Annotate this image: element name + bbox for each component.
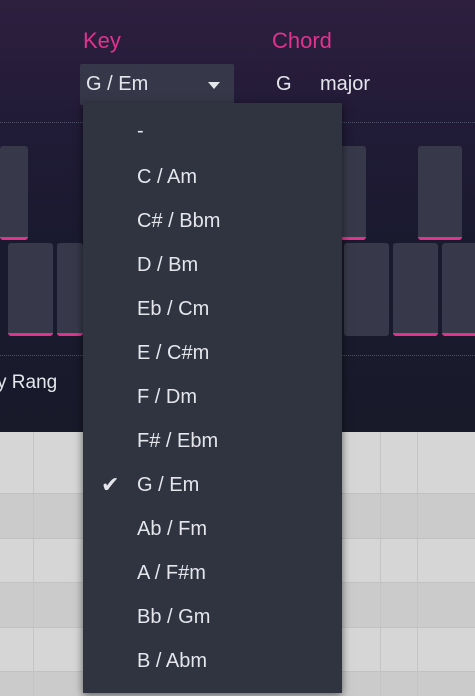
menu-item-a-fsharpm[interactable]: A / F#m [83, 551, 342, 595]
key-label: Key [83, 28, 121, 53]
piano-key-white[interactable] [393, 243, 438, 336]
menu-item-label: F / Dm [137, 386, 197, 408]
piano-key-white[interactable] [442, 243, 475, 336]
piano-key-black[interactable] [340, 146, 366, 240]
menu-item-label: B / Abm [137, 650, 208, 672]
menu-item-label: F# / Ebm [137, 430, 219, 452]
piano-key-black[interactable] [0, 146, 28, 240]
piano-key-black[interactable] [418, 146, 462, 240]
menu-item-csharp-bbm[interactable]: C# / Bbm [83, 199, 342, 243]
menu-item-label: Bb / Gm [137, 606, 211, 628]
range-label: y Rang [0, 372, 58, 393]
menu-item-label: Eb / Cm [137, 298, 210, 320]
piano-key-white[interactable] [57, 243, 83, 336]
piano-key-white[interactable] [344, 243, 389, 336]
menu-item-label: C / Am [137, 166, 198, 188]
menu-item-label: D / Bm [137, 254, 199, 276]
key-dropdown[interactable]: G / Em [80, 64, 234, 105]
piano-key-white[interactable] [8, 243, 53, 336]
menu-item-e-csharpm[interactable]: E / C#m [83, 331, 342, 375]
chord-label: Chord [272, 28, 332, 53]
menu-item-eb-cm[interactable]: Eb / Cm [83, 287, 342, 331]
menu-item-label: - [137, 120, 144, 142]
chord-quality-value[interactable]: major [320, 73, 370, 96]
menu-item-label: A / F#m [137, 562, 206, 584]
menu-item-g-em[interactable]: ✔ G / Em [83, 463, 342, 507]
chevron-down-icon [208, 82, 220, 89]
menu-item-b-abm[interactable]: B / Abm [83, 639, 342, 683]
menu-item-fsharp-ebm[interactable]: F# / Ebm [83, 419, 342, 463]
menu-item-none[interactable]: - [83, 109, 342, 153]
checkmark-icon: ✔ [101, 472, 120, 497]
key-dropdown-value: G / Em [86, 73, 149, 95]
menu-item-label: Ab / Fm [137, 518, 208, 540]
grid-line [380, 432, 381, 696]
menu-item-bb-gm[interactable]: Bb / Gm [83, 595, 342, 639]
menu-item-label: E / C#m [137, 342, 210, 364]
menu-item-ab-fm[interactable]: Ab / Fm [83, 507, 342, 551]
menu-item-d-bm[interactable]: D / Bm [83, 243, 342, 287]
grid-line [417, 432, 418, 696]
menu-item-f-dm[interactable]: F / Dm [83, 375, 342, 419]
grid-line [33, 432, 34, 696]
menu-item-label: C# / Bbm [137, 210, 221, 232]
menu-item-label: G / Em [137, 474, 200, 496]
chord-root-value[interactable]: G [276, 73, 292, 96]
menu-item-c-am[interactable]: C / Am [83, 155, 342, 199]
key-dropdown-menu: - C / Am C# / Bbm D / Bm Eb / Cm E / C#m… [83, 103, 342, 693]
